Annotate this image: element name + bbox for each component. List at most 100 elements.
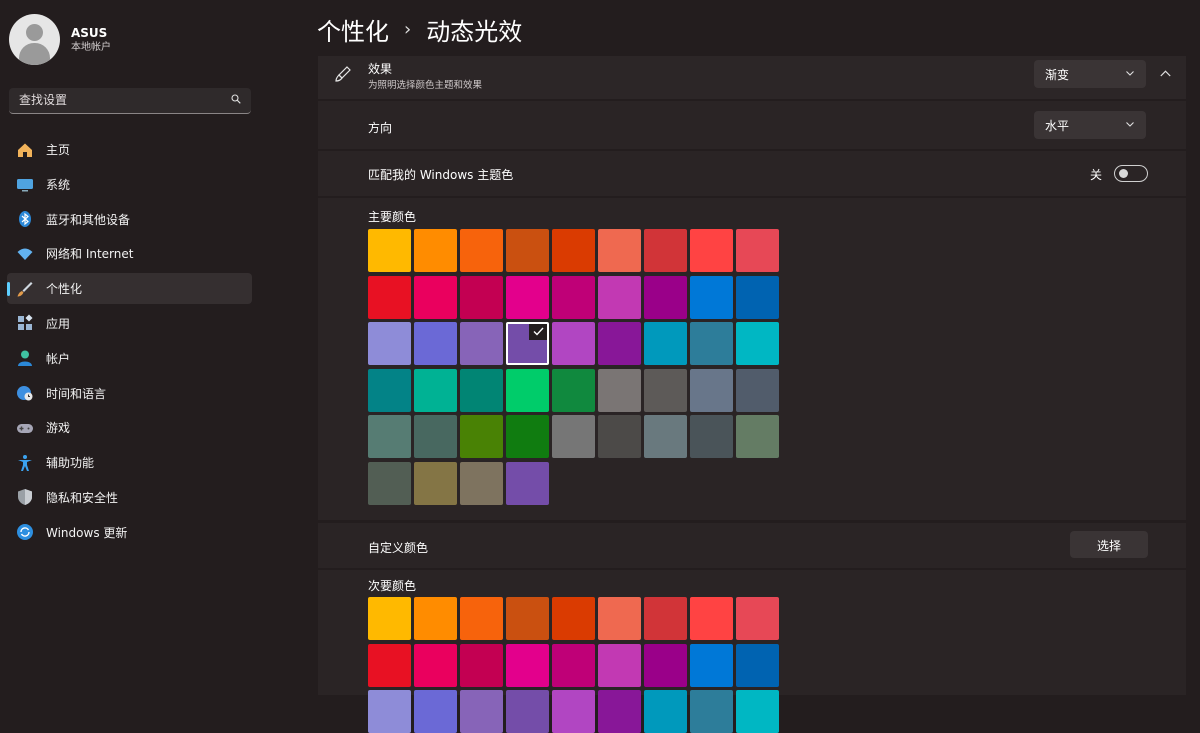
search-icon[interactable] <box>231 94 241 104</box>
effect-dropdown[interactable]: 渐变 <box>1034 60 1146 88</box>
primary-color-swatch[interactable] <box>460 322 503 366</box>
primary-color-swatch[interactable] <box>506 461 549 505</box>
sidebar-item-1[interactable]: 系统 <box>7 169 252 200</box>
primary-color-swatch[interactable] <box>414 322 457 366</box>
primary-color-swatch[interactable] <box>368 415 411 459</box>
secondary-color-swatch[interactable] <box>598 597 641 640</box>
primary-color-swatch[interactable] <box>736 275 779 319</box>
primary-color-swatch[interactable] <box>460 461 503 505</box>
match-theme-toggle[interactable] <box>1114 165 1148 182</box>
primary-color-swatch[interactable] <box>736 368 779 412</box>
search-box[interactable] <box>9 88 251 114</box>
primary-color-swatch[interactable] <box>736 229 779 272</box>
primary-color-swatch[interactable] <box>414 275 457 319</box>
secondary-color-swatch[interactable] <box>552 643 595 687</box>
primary-color-swatch[interactable] <box>644 368 687 412</box>
secondary-color-swatch[interactable] <box>598 643 641 687</box>
chevron-up-icon[interactable] <box>1160 70 1171 77</box>
primary-color-swatch[interactable] <box>368 229 411 272</box>
primary-color-swatch[interactable] <box>368 461 411 505</box>
primary-color-swatch[interactable] <box>552 368 595 412</box>
breadcrumb-parent[interactable]: 个性化 <box>317 12 389 47</box>
effect-row[interactable]: 效果 为照明选择颜色主题和效果 渐变 <box>318 56 1186 99</box>
sidebar-item-7[interactable]: 时间和语言 <box>7 378 252 409</box>
sidebar-item-6[interactable]: 帐户 <box>7 343 252 374</box>
sidebar-item-4[interactable]: 个性化 <box>7 273 252 305</box>
sidebar-item-0[interactable]: 主页 <box>7 134 252 165</box>
primary-color-swatch[interactable] <box>506 275 549 319</box>
search-input[interactable] <box>17 92 221 108</box>
primary-color-swatch[interactable] <box>552 229 595 272</box>
primary-color-swatch[interactable] <box>368 322 411 366</box>
secondary-color-swatch[interactable] <box>414 597 457 640</box>
choose-color-button[interactable]: 选择 <box>1070 531 1148 558</box>
primary-color-swatch[interactable] <box>644 275 687 319</box>
secondary-color-swatch[interactable] <box>506 690 549 733</box>
secondary-color-swatch[interactable] <box>598 690 641 733</box>
primary-color-swatch[interactable] <box>598 322 641 366</box>
primary-color-swatch[interactable] <box>414 229 457 272</box>
primary-color-swatch[interactable] <box>644 415 687 459</box>
primary-color-swatch[interactable] <box>552 415 595 459</box>
primary-color-swatch[interactable] <box>644 229 687 272</box>
primary-color-swatch[interactable] <box>460 368 503 412</box>
user-profile[interactable]: ASUS 本地帐户 <box>9 14 111 65</box>
sidebar-item-9[interactable]: 辅助功能 <box>7 447 252 478</box>
home-icon <box>16 141 34 159</box>
primary-color-swatch[interactable] <box>506 322 549 366</box>
primary-color-swatch[interactable] <box>598 275 641 319</box>
secondary-color-swatch[interactable] <box>552 597 595 640</box>
primary-color-swatch[interactable] <box>690 322 733 366</box>
primary-color-swatch[interactable] <box>736 322 779 366</box>
primary-color-swatch[interactable] <box>736 415 779 459</box>
primary-color-swatch[interactable] <box>598 415 641 459</box>
primary-color-swatch[interactable] <box>460 275 503 319</box>
secondary-color-swatch[interactable] <box>368 597 411 640</box>
sidebar-item-3[interactable]: 网络和 Internet <box>7 238 252 269</box>
primary-color-swatch[interactable] <box>598 368 641 412</box>
secondary-color-swatch[interactable] <box>736 690 779 733</box>
secondary-color-swatch[interactable] <box>736 643 779 687</box>
secondary-color-swatch[interactable] <box>460 643 503 687</box>
sidebar-item-11[interactable]: Windows 更新 <box>7 517 252 548</box>
secondary-color-swatch[interactable] <box>644 597 687 640</box>
secondary-color-swatch[interactable] <box>460 597 503 640</box>
secondary-color-swatch[interactable] <box>506 597 549 640</box>
sidebar-item-8[interactable]: 游戏 <box>7 412 252 443</box>
sidebar-item-2[interactable]: 蓝牙和其他设备 <box>7 204 252 235</box>
sidebar-item-10[interactable]: 隐私和安全性 <box>7 482 252 513</box>
primary-color-swatch[interactable] <box>690 368 733 412</box>
secondary-color-swatch[interactable] <box>368 690 411 733</box>
secondary-color-swatch[interactable] <box>368 643 411 687</box>
secondary-color-swatch[interactable] <box>690 690 733 733</box>
secondary-color-swatch[interactable] <box>644 643 687 687</box>
secondary-color-swatch[interactable] <box>414 643 457 687</box>
primary-color-swatch[interactable] <box>506 415 549 459</box>
primary-color-swatch[interactable] <box>552 322 595 366</box>
secondary-color-swatch[interactable] <box>690 643 733 687</box>
primary-color-swatch[interactable] <box>368 275 411 319</box>
primary-color-swatch[interactable] <box>598 229 641 272</box>
primary-color-swatch[interactable] <box>460 229 503 272</box>
primary-color-swatch[interactable] <box>690 275 733 319</box>
secondary-color-swatch[interactable] <box>414 690 457 733</box>
primary-color-swatch[interactable] <box>506 229 549 272</box>
primary-color-swatch[interactable] <box>414 461 457 505</box>
primary-color-swatch[interactable] <box>414 368 457 412</box>
direction-dropdown[interactable]: 水平 <box>1034 111 1146 139</box>
primary-color-swatch[interactable] <box>644 322 687 366</box>
secondary-color-swatch[interactable] <box>506 643 549 687</box>
secondary-color-swatch[interactable] <box>460 690 503 733</box>
secondary-color-swatch[interactable] <box>736 597 779 640</box>
secondary-color-swatch[interactable] <box>644 690 687 733</box>
primary-color-swatch[interactable] <box>460 415 503 459</box>
sidebar-item-5[interactable]: 应用 <box>7 308 252 339</box>
primary-color-swatch[interactable] <box>414 415 457 459</box>
primary-color-swatch[interactable] <box>690 415 733 459</box>
primary-color-swatch[interactable] <box>506 368 549 412</box>
primary-color-swatch[interactable] <box>552 275 595 319</box>
primary-color-swatch[interactable] <box>368 368 411 412</box>
primary-color-swatch[interactable] <box>690 229 733 272</box>
secondary-color-swatch[interactable] <box>690 597 733 640</box>
secondary-color-swatch[interactable] <box>552 690 595 733</box>
